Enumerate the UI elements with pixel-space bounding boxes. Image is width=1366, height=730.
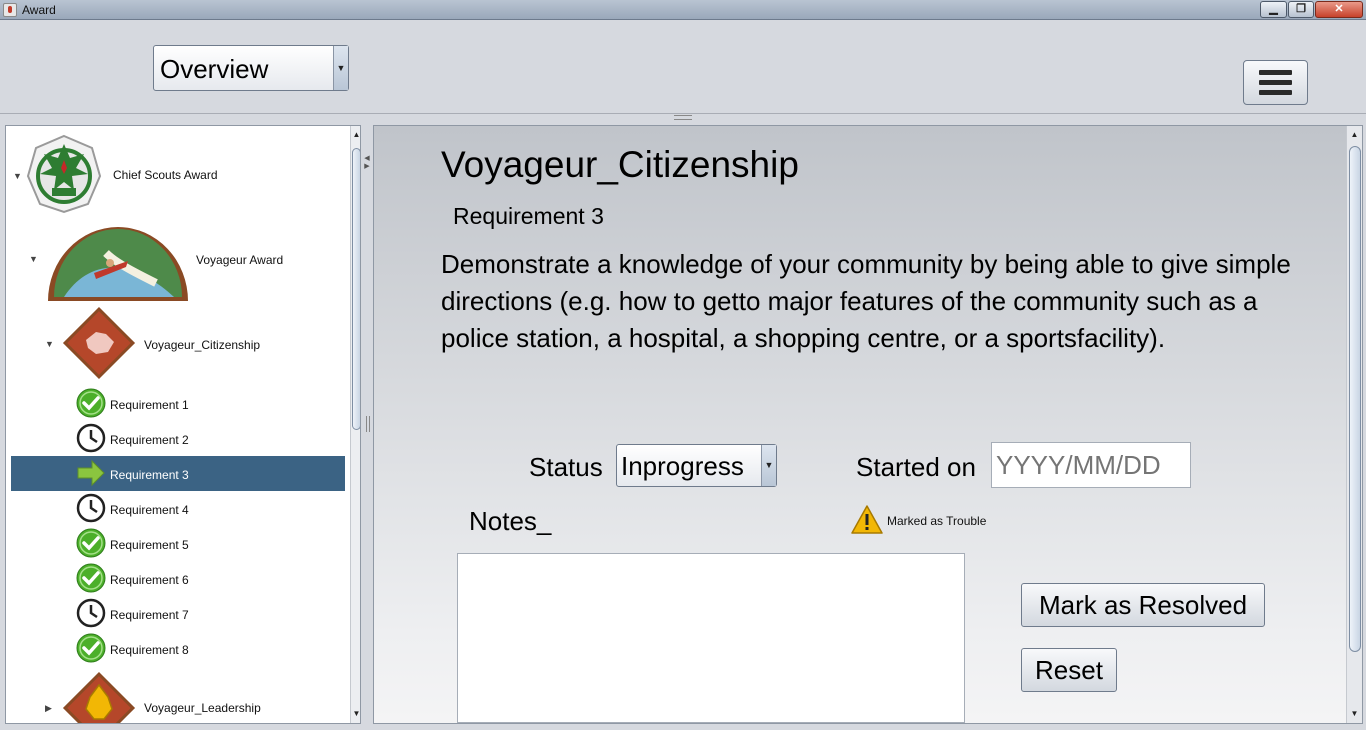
started-on-label: Started on <box>856 452 976 482</box>
tree-item-label: Voyageur_Leadership <box>144 701 261 715</box>
tree-item-label: Chief Scouts Award <box>113 168 218 182</box>
reset-button[interactable]: Reset <box>1021 648 1117 692</box>
maximize-icon: ❐ <box>1296 3 1306 15</box>
started-on-field[interactable] <box>991 442 1191 488</box>
check-circle-icon <box>76 633 106 663</box>
award-window: Award ▁ ❐ ✕ Overview ▼ ▼ Chief Scouts Aw… <box>0 0 1366 730</box>
scroll-down-icon[interactable]: ▼ <box>351 707 360 721</box>
collapsed-toggle-icon[interactable]: ▶ <box>45 703 52 714</box>
citizenship-badge-icon <box>62 306 136 380</box>
mark-as-resolved-button[interactable]: Mark as Resolved <box>1021 583 1265 627</box>
toolbar: Overview ▼ <box>0 21 1366 114</box>
status-label: Status <box>529 452 603 482</box>
notes-textarea[interactable] <box>457 553 965 723</box>
arrow-right-icon <box>77 459 105 487</box>
tree-item-label: Voyageur Award <box>196 253 284 267</box>
java-app-icon <box>3 3 17 17</box>
voyageur-award-badge-icon <box>48 227 188 301</box>
splitter-arrows[interactable]: ◀ ▶ <box>364 155 370 179</box>
clock-icon <box>76 493 106 523</box>
close-button[interactable]: ✕ <box>1315 1 1363 18</box>
minimize-icon: ▁ <box>1269 3 1278 15</box>
detail-scrollbar[interactable]: ▲ ▼ <box>1346 126 1362 723</box>
award-tree: ▼ Chief Scouts Award ▼ Voyageur Award ▼ … <box>5 125 361 724</box>
maximize-button[interactable]: ❐ <box>1288 1 1314 18</box>
requirement-description: Demonstrate a knowledge of your communit… <box>441 249 1291 353</box>
expanded-toggle-icon[interactable]: ▼ <box>13 171 22 181</box>
tree-item-requirement-3[interactable]: Requirement 3 <box>11 456 345 491</box>
requirement-title: Requirement 3 <box>453 203 604 229</box>
window-title: Award <box>22 3 56 17</box>
tree-item-requirement-4[interactable]: Requirement 4 <box>6 491 346 526</box>
close-icon: ✕ <box>1334 3 1344 15</box>
status-select-value: Inprogress <box>621 451 744 481</box>
menu-button[interactable] <box>1243 60 1308 105</box>
badge-title: Voyageur_Citizenship <box>441 144 799 185</box>
minimize-button[interactable]: ▁ <box>1260 1 1287 18</box>
clock-icon <box>76 598 106 628</box>
trouble-status-text: Marked as Trouble <box>887 514 987 528</box>
tree-item-requirement-8[interactable]: Requirement 8 <box>6 631 346 666</box>
view-select[interactable]: Overview ▼ <box>153 45 349 91</box>
detail-scroll-thumb[interactable] <box>1349 146 1361 652</box>
tree-item-voyageur-leadership[interactable]: ▶ Voyageur_Leadership <box>6 671 346 723</box>
leadership-badge-icon <box>62 671 136 723</box>
scroll-up-icon[interactable]: ▲ <box>1349 128 1360 142</box>
tree-item-label: Requirement 6 <box>110 573 189 587</box>
clock-icon <box>76 423 106 453</box>
tree-item-requirement-7[interactable]: Requirement 7 <box>6 596 346 631</box>
tree-item-requirement-2[interactable]: Requirement 2 <box>6 421 346 456</box>
tree-item-label: Requirement 3 <box>110 468 189 482</box>
tree-item-label: Requirement 7 <box>110 608 189 622</box>
status-select[interactable]: Inprogress ▼ <box>616 444 777 487</box>
requirement-detail-panel: Voyageur_Citizenship Requirement 3 Demon… <box>373 125 1363 724</box>
expanded-toggle-icon[interactable]: ▼ <box>29 254 38 264</box>
split-pane-grip[interactable] <box>674 115 692 120</box>
notes-label: Notes_ <box>469 506 552 536</box>
tree-item-label: Voyageur_Citizenship <box>144 338 261 352</box>
tree-item-label: Requirement 5 <box>110 538 189 552</box>
tree-item-voyageur-award[interactable]: ▼ Voyageur Award <box>6 221 346 306</box>
tree-item-label: Requirement 2 <box>110 433 189 447</box>
scroll-up-icon[interactable]: ▲ <box>351 128 360 142</box>
tree-item-label: Requirement 4 <box>110 503 189 517</box>
warning-icon <box>851 505 883 534</box>
tree-item-requirement-1[interactable]: Requirement 1 <box>6 386 346 421</box>
tree-scrollbar[interactable]: ▲ ▼ <box>350 126 360 723</box>
tree-item-requirement-5[interactable]: Requirement 5 <box>6 526 346 561</box>
chief-scouts-award-badge-icon <box>26 134 102 214</box>
splitter-grip[interactable] <box>366 416 370 432</box>
tree-item-voyageur-citizenship[interactable]: ▼ Voyageur_Citizenship <box>6 306 346 381</box>
tree-item-label: Requirement 8 <box>110 643 189 657</box>
chevron-down-icon[interactable]: ▼ <box>333 46 348 90</box>
tree-scroll-thumb[interactable] <box>352 148 360 430</box>
check-circle-icon <box>76 388 106 418</box>
tree-item-requirement-6[interactable]: Requirement 6 <box>6 561 346 596</box>
check-circle-icon <box>76 528 106 558</box>
tree-item-label: Requirement 1 <box>110 398 189 412</box>
expanded-toggle-icon[interactable]: ▼ <box>45 339 54 349</box>
scroll-down-icon[interactable]: ▼ <box>1349 707 1360 721</box>
title-bar: Award ▁ ❐ ✕ <box>0 0 1366 20</box>
view-select-value: Overview <box>160 54 269 84</box>
check-circle-icon <box>76 563 106 593</box>
chevron-down-icon[interactable]: ▼ <box>761 445 776 486</box>
